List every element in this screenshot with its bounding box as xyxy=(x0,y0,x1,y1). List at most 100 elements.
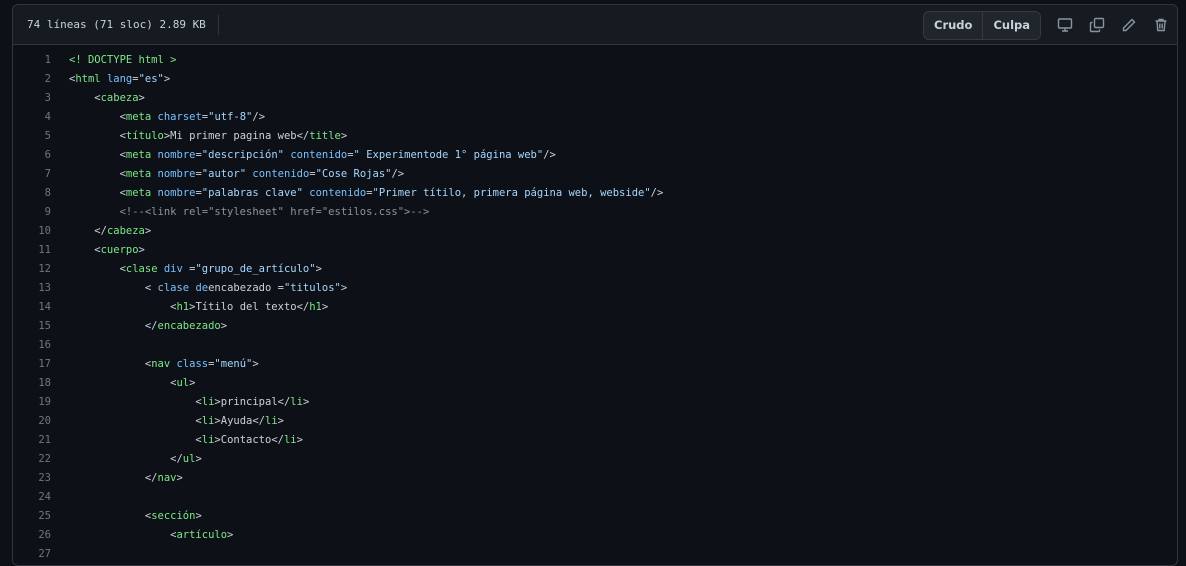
line-number[interactable]: 15 xyxy=(13,317,69,336)
line-code: <! DOCTYPE html > xyxy=(69,51,176,70)
code-token: </ xyxy=(69,225,107,237)
code-token: "utf-8" xyxy=(208,111,253,123)
line-code: <!--<link rel="stylesheet" href="estilos… xyxy=(69,203,430,222)
line-number[interactable]: 4 xyxy=(13,108,69,127)
code-token: < xyxy=(69,434,202,446)
code-token: li xyxy=(283,434,297,446)
line-number[interactable]: 5 xyxy=(13,127,69,146)
copy-icon[interactable] xyxy=(1081,12,1113,39)
line-number[interactable]: 26 xyxy=(13,526,69,545)
line-number[interactable]: 14 xyxy=(13,298,69,317)
line-number[interactable]: 16 xyxy=(13,336,69,355)
code-token: nombre xyxy=(157,187,196,199)
code-line: 17 <nav class="menú"> xyxy=(13,355,1177,374)
code-token: li xyxy=(201,415,215,427)
line-number[interactable]: 18 xyxy=(13,374,69,393)
code-line: 24 xyxy=(13,488,1177,507)
line-number[interactable]: 8 xyxy=(13,184,69,203)
code-token: > xyxy=(138,244,145,256)
line-code: <meta nombre="autor" contenido="Cose Roj… xyxy=(69,165,405,184)
raw-button[interactable]: Crudo xyxy=(924,11,983,39)
line-number[interactable]: 10 xyxy=(13,222,69,241)
code-token: contenido xyxy=(252,168,310,180)
desktop-icon[interactable] xyxy=(1049,12,1081,39)
blame-button[interactable]: Culpa xyxy=(982,11,1040,39)
code-line: 23 </nav> xyxy=(13,469,1177,488)
code-line: 12 <clase div ="grupo_de_artículo"> xyxy=(13,260,1177,279)
code-token: > xyxy=(296,434,303,446)
code-token: "es" xyxy=(138,73,164,85)
line-number[interactable]: 21 xyxy=(13,431,69,450)
code-token: título xyxy=(125,130,164,142)
code-token: " Experimentode 1° página web" xyxy=(353,149,544,161)
code-token: >Contacto</ xyxy=(214,434,284,446)
code-token: clase xyxy=(157,282,190,294)
code-line: 15 </encabezado> xyxy=(13,317,1177,336)
line-code: <meta nombre="palabras clave" contenido=… xyxy=(69,184,664,203)
line-code: <meta nombre="descripción" contenido=" E… xyxy=(69,146,556,165)
code-token: > xyxy=(315,263,322,275)
line-number[interactable]: 6 xyxy=(13,146,69,165)
line-number[interactable]: 20 xyxy=(13,412,69,431)
code-token: cabeza xyxy=(100,92,139,104)
code-token: < xyxy=(69,358,152,370)
code-token: "Primer títilo, primera página web, webs… xyxy=(372,187,651,199)
line-number[interactable]: 24 xyxy=(13,488,69,507)
code-line: 2 <html lang="es"> xyxy=(13,70,1177,89)
file-info: 74 líneas (71 sloc) 2.89 KB xyxy=(27,14,219,35)
line-number[interactable]: 22 xyxy=(13,450,69,469)
code-token: < xyxy=(69,187,126,199)
code-token: > xyxy=(138,92,145,104)
code-line: 10 </cabeza> xyxy=(13,222,1177,241)
code-token: <!--<link rel="stylesheet" href="estilos… xyxy=(69,206,430,218)
code-token: < xyxy=(69,510,152,522)
line-number[interactable]: 11 xyxy=(13,241,69,260)
code-token: > xyxy=(195,510,202,522)
code-line: 1 <! DOCTYPE html > xyxy=(13,51,1177,70)
line-number[interactable]: 17 xyxy=(13,355,69,374)
line-code: <clase div ="grupo_de_artículo"> xyxy=(69,260,322,279)
line-number[interactable]: 3 xyxy=(13,89,69,108)
code-token: ul xyxy=(182,453,196,465)
line-number[interactable]: 13 xyxy=(13,279,69,298)
line-number[interactable]: 2 xyxy=(13,70,69,89)
line-code: <cabeza> xyxy=(69,89,145,108)
code-token: contenido xyxy=(290,149,348,161)
code-token: encabezado = xyxy=(208,282,284,294)
code-token: /> xyxy=(391,168,405,180)
code-token: < xyxy=(69,244,101,256)
code-token: "grupo_de_artículo" xyxy=(195,263,316,275)
code-token: >Ayuda</ xyxy=(214,415,265,427)
line-code: <html lang="es"> xyxy=(69,70,170,89)
code-token: < xyxy=(69,111,126,123)
code-token: class xyxy=(176,358,209,370)
trash-icon[interactable] xyxy=(1145,12,1177,39)
code-token: > xyxy=(176,472,183,484)
code-token: nav xyxy=(157,472,177,484)
line-number[interactable]: 1 xyxy=(13,51,69,70)
code-token: > xyxy=(340,282,348,294)
code-token: title xyxy=(309,130,341,142)
code-token: </ xyxy=(69,453,183,465)
code-token: h1 xyxy=(176,301,190,313)
line-number[interactable]: 25 xyxy=(13,507,69,526)
line-number[interactable]: 12 xyxy=(13,260,69,279)
line-code: <li>Ayuda</li> xyxy=(69,412,284,431)
code-token: >principal</ xyxy=(214,396,291,408)
line-number[interactable]: 7 xyxy=(13,165,69,184)
file-view: 74 líneas (71 sloc) 2.89 KB Crudo Culpa … xyxy=(12,4,1178,566)
code-token: < xyxy=(69,415,202,427)
code-line: 25 <sección> xyxy=(13,507,1177,526)
code-token: /> xyxy=(650,187,664,199)
code-token: "palabras clave" xyxy=(201,187,303,199)
line-number[interactable]: 9 xyxy=(13,203,69,222)
line-code: </cabeza> xyxy=(69,222,151,241)
code-line: 20 <li>Ayuda</li> xyxy=(13,412,1177,431)
line-number[interactable]: 23 xyxy=(13,469,69,488)
line-code: <h1>Títilo del texto</h1> xyxy=(69,298,328,317)
pencil-icon[interactable] xyxy=(1113,12,1145,39)
code-token: li xyxy=(290,396,303,408)
line-number[interactable]: 19 xyxy=(13,393,69,412)
line-code: </encabezado> xyxy=(69,317,227,336)
code-token: "descripción" xyxy=(201,149,284,161)
